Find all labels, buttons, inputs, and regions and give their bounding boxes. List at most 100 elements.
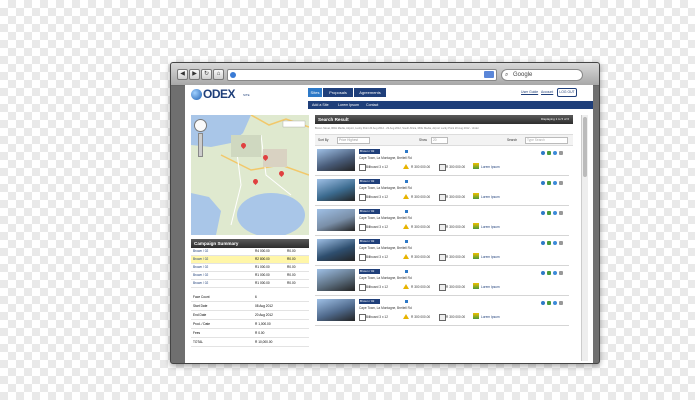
edit-icon[interactable] [559, 301, 563, 305]
result-item[interactable]: Brown / 02 Cape Town, La Montagne, Breite… [315, 296, 569, 326]
result-price: R 300 000.00 [411, 195, 431, 199]
logout-button[interactable]: LOG OUT [557, 88, 577, 97]
result-address: Cape Town, La Montagne, Breitell Rd [359, 216, 412, 220]
edit-icon[interactable] [559, 211, 563, 215]
add-icon[interactable] [547, 271, 551, 275]
add-icon[interactable] [547, 301, 551, 305]
globe-icon[interactable] [553, 271, 557, 275]
result-rate: R 300 000.00 [446, 255, 466, 259]
campaign-row[interactable]: Brown / 02 R1 000.00 R0.00 [191, 264, 309, 272]
edit-icon[interactable] [559, 241, 563, 245]
info-icon[interactable] [405, 240, 408, 243]
result-price: R 300 000.00 [411, 285, 431, 289]
result-title[interactable]: Brown / 02 [359, 269, 380, 274]
subnav-add-site[interactable]: Add a Site [312, 102, 329, 108]
info-icon[interactable] [405, 300, 408, 303]
globe-icon[interactable] [553, 241, 557, 245]
result-rate: R 300 000.00 [446, 195, 466, 199]
info-icon[interactable] [405, 180, 408, 183]
result-item[interactable]: Brown / 02 Cape Town, La Montagne, Breite… [315, 176, 569, 206]
page-scrollbar[interactable] [581, 115, 588, 361]
filter-summary: Brown Street, RDH Media, Airport, Lucky … [315, 127, 479, 130]
scrollbar-thumb[interactable] [583, 117, 587, 177]
campaign-row[interactable]: Brown / 02 R1 000.00 R0.00 [191, 280, 309, 288]
show-select[interactable]: 20 [431, 137, 448, 144]
result-title[interactable]: Brown / 02 [359, 239, 380, 244]
campaign-detail-value: 6 [255, 295, 257, 299]
edit-icon[interactable] [559, 181, 563, 185]
sort-select[interactable]: Price Highest [337, 137, 370, 144]
search-results-title: Search Result [318, 117, 349, 122]
result-price: R 300 000.00 [411, 315, 431, 319]
result-title[interactable]: Brown / 02 [359, 179, 380, 184]
info-icon[interactable] [405, 150, 408, 153]
map-view[interactable] [191, 115, 309, 235]
view-icon[interactable] [541, 301, 545, 305]
user-guide-link[interactable]: User Guide [521, 90, 538, 94]
add-icon[interactable] [547, 211, 551, 215]
rss-icon[interactable] [484, 71, 494, 78]
reload-button[interactable]: ↻ [201, 69, 212, 80]
add-icon[interactable] [547, 241, 551, 245]
globe-icon[interactable] [553, 151, 557, 155]
map-pin-icon [473, 223, 479, 229]
forward-button[interactable]: ▶ [189, 69, 200, 80]
web-page: ODEX SITE Sites Proposals Agreements Use… [185, 85, 593, 363]
result-item[interactable]: Brown / 02 Cape Town, La Montagne, Breite… [315, 236, 569, 266]
result-title[interactable]: Brown / 02 [359, 299, 380, 304]
campaign-row[interactable]: Brown / 02 R1 000.00 R0.00 [191, 272, 309, 280]
billboard-thumbnail[interactable] [317, 239, 355, 261]
add-icon[interactable] [547, 181, 551, 185]
billboard-thumbnail[interactable] [317, 209, 355, 231]
billboard-thumbnail[interactable] [317, 299, 355, 321]
address-bar[interactable] [227, 69, 497, 81]
map-zoom-slider[interactable] [198, 133, 203, 157]
globe-icon[interactable] [553, 211, 557, 215]
edit-icon[interactable] [559, 271, 563, 275]
tab-proposals[interactable]: Proposals [323, 88, 353, 97]
home-button[interactable]: ⌂ [213, 69, 224, 80]
warning-icon [403, 254, 409, 259]
map-pan-control[interactable] [194, 119, 207, 132]
campaign-row-name: Brown / 02 [193, 265, 209, 269]
search-box[interactable]: ⌕ Google [501, 69, 583, 81]
calendar-icon [439, 224, 446, 231]
edit-icon[interactable] [559, 151, 563, 155]
info-icon[interactable] [405, 210, 408, 213]
view-icon[interactable] [541, 271, 545, 275]
result-title[interactable]: Brown / 02 [359, 209, 380, 214]
campaign-row-amount: R1 000.00 [255, 273, 270, 277]
result-tag: Lorem Ipsum [481, 195, 500, 199]
view-icon[interactable] [541, 181, 545, 185]
back-button[interactable]: ◀ [177, 69, 188, 80]
result-title[interactable]: Brown / 02 [359, 149, 380, 154]
view-icon[interactable] [541, 151, 545, 155]
globe-icon[interactable] [553, 301, 557, 305]
view-icon[interactable] [541, 211, 545, 215]
result-list: Brown / 02 Cape Town, La Montagne, Breite… [315, 146, 573, 363]
account-link[interactable]: Account [541, 90, 553, 94]
billboard-icon [359, 254, 366, 261]
info-icon[interactable] [405, 270, 408, 273]
billboard-thumbnail[interactable] [317, 269, 355, 291]
result-item[interactable]: Brown / 02 Cape Town, La Montagne, Breite… [315, 146, 569, 176]
campaign-detail-value: R 0.00 [255, 331, 265, 335]
view-icon[interactable] [541, 241, 545, 245]
tab-agreements[interactable]: Agreements [354, 88, 386, 97]
results-search-input[interactable]: Type Search [525, 137, 568, 144]
billboard-thumbnail[interactable] [317, 179, 355, 201]
campaign-row[interactable]: Brown / 02 R2 800.00 R0.00 [191, 256, 309, 264]
subnav-lorem-ipsum[interactable]: Lorem Ipsum [338, 102, 359, 108]
campaign-row[interactable]: Brown / 02 R4 000.00 R0.00 [191, 248, 309, 256]
subnav-contact[interactable]: Contact [366, 102, 378, 108]
result-item[interactable]: Brown / 02 Cape Town, La Montagne, Breite… [315, 206, 569, 236]
globe-icon[interactable] [553, 181, 557, 185]
add-icon[interactable] [547, 151, 551, 155]
campaign-detail-value: R 10,000.00 [255, 340, 273, 344]
billboard-thumbnail[interactable] [317, 149, 355, 171]
result-item[interactable]: Brown / 02 Cape Town, La Montagne, Breite… [315, 266, 569, 296]
search-icon: ⌕ [505, 72, 509, 78]
map-graphic [191, 115, 309, 235]
tab-sites[interactable]: Sites [308, 88, 322, 97]
result-rate: R 300 000.00 [446, 225, 466, 229]
